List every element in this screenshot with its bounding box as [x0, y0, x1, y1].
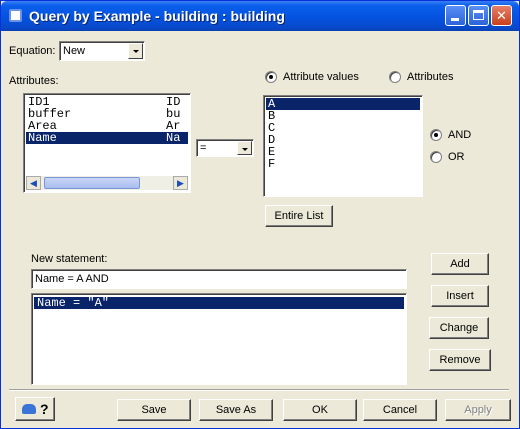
- help-button[interactable]: ?: [15, 397, 55, 421]
- minimize-button[interactable]: [445, 5, 466, 26]
- value-item[interactable]: C: [266, 122, 420, 134]
- attributes-scrollbar[interactable]: ◀ ▶: [26, 176, 188, 190]
- save-as-button[interactable]: Save As: [199, 399, 273, 421]
- operator-value: =: [200, 142, 207, 154]
- equation-value: New: [63, 45, 86, 57]
- ok-button[interactable]: OK: [283, 399, 357, 421]
- attribute-row[interactable]: Name Na: [26, 132, 188, 144]
- value-item[interactable]: B: [266, 110, 420, 122]
- maximize-button[interactable]: [468, 5, 489, 26]
- values-list[interactable]: ABCDEF: [263, 95, 423, 197]
- or-label: OR: [448, 151, 465, 163]
- apply-button[interactable]: Apply: [445, 399, 511, 421]
- attribute-name: Name: [28, 131, 57, 145]
- close-button[interactable]: ✕: [491, 5, 512, 26]
- attributes-list[interactable]: ID1 ID buffer bu Area Ar Name Na ◀ ▶: [23, 93, 191, 193]
- value-text: F: [268, 157, 276, 171]
- insert-button[interactable]: Insert: [431, 285, 489, 307]
- value-item[interactable]: A: [266, 98, 420, 110]
- statement-text: Name = "A": [37, 296, 110, 310]
- cancel-button[interactable]: Cancel: [363, 399, 437, 421]
- scroll-left-icon[interactable]: ◀: [26, 176, 41, 190]
- add-button[interactable]: Add: [431, 253, 489, 275]
- bottom-separator: [9, 389, 509, 391]
- scroll-right-icon[interactable]: ▶: [173, 176, 188, 190]
- new-statement-label: New statement:: [31, 253, 108, 265]
- value-item[interactable]: D: [266, 134, 420, 146]
- equation-label: Equation:: [9, 45, 56, 57]
- attribute-values-label: Attribute values: [283, 71, 359, 83]
- and-radio[interactable]: [430, 129, 442, 141]
- query-by-example-window: Query by Example - building : building ✕…: [0, 0, 520, 429]
- chevron-down-icon: [237, 141, 252, 155]
- new-statement-input[interactable]: Name = A AND: [31, 269, 407, 289]
- minimize-icon: [451, 18, 459, 21]
- title-bar[interactable]: Query by Example - building : building ✕: [1, 1, 519, 31]
- attribute-values-radio[interactable]: [265, 71, 277, 83]
- close-icon: ✕: [496, 8, 507, 23]
- entire-list-button[interactable]: Entire List: [265, 205, 333, 227]
- scroll-thumb[interactable]: [44, 177, 140, 189]
- attributes-radio[interactable]: [389, 71, 401, 83]
- help-pointer-icon: [22, 404, 36, 414]
- statements-list[interactable]: Name = "A": [31, 293, 407, 385]
- maximize-icon: [473, 10, 484, 20]
- statement-item[interactable]: Name = "A": [34, 297, 404, 309]
- value-item[interactable]: F: [266, 158, 420, 170]
- window-title: Query by Example - building : building: [29, 8, 285, 24]
- query-app-icon: [9, 9, 22, 22]
- help-icon: ?: [40, 401, 49, 417]
- chevron-down-icon: [128, 43, 143, 59]
- save-button[interactable]: Save: [117, 399, 191, 421]
- attributes-label: Attributes:: [9, 75, 59, 87]
- remove-button[interactable]: Remove: [429, 349, 491, 371]
- attributes-radio-label: Attributes: [407, 71, 454, 83]
- and-label: AND: [448, 129, 472, 141]
- attribute-abbr: Na: [166, 131, 181, 145]
- or-radio[interactable]: [430, 151, 442, 163]
- operator-dropdown[interactable]: =: [196, 139, 254, 157]
- change-button[interactable]: Change: [429, 317, 489, 339]
- value-item[interactable]: E: [266, 146, 420, 158]
- new-statement-value: Name = A AND: [35, 273, 109, 285]
- equation-dropdown[interactable]: New: [59, 41, 145, 61]
